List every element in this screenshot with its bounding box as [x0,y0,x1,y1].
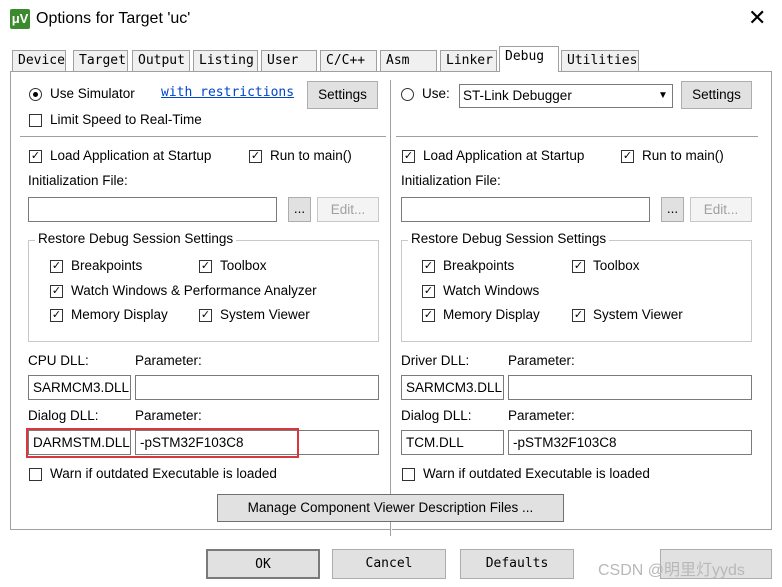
right-watch-windows-label: Watch Windows [443,283,540,298]
tab-linker[interactable]: Linker [440,50,497,72]
breakpoints-checkbox[interactable]: ✓ [50,260,63,273]
cpu-parameter-label: Parameter: [135,353,202,368]
right-dialog-parameter-input[interactable]: -pSTM32F103C8 [508,430,752,455]
use-simulator-label: Use Simulator [50,86,135,101]
system-viewer-label: System Viewer [220,307,310,322]
warn-outdated-label: Warn if outdated Executable is loaded [50,466,277,481]
right-init-file-input[interactable] [401,197,650,222]
right-section-divider [396,136,758,138]
right-dialog-dll-label: Dialog DLL: [401,408,472,423]
csdn-watermark: CSDN @明里灯yyds [598,562,745,579]
limit-speed-label: Limit Speed to Real-Time [50,112,202,127]
dialog-dll-label: Dialog DLL: [28,408,99,423]
use-target-radio[interactable] [401,88,414,101]
use-simulator-radio[interactable] [29,88,42,101]
system-viewer-checkbox[interactable]: ✓ [199,309,212,322]
right-system-viewer-checkbox[interactable]: ✓ [572,309,585,322]
watch-windows-label: Watch Windows & Performance Analyzer [71,283,317,298]
init-file-edit-button[interactable]: Edit... [317,197,379,222]
column-divider [390,80,392,536]
driver-dll-input[interactable]: SARMCM3.DLL [401,375,504,400]
memory-display-checkbox[interactable]: ✓ [50,309,63,322]
chevron-down-icon[interactable]: ▼ [654,85,672,107]
load-app-checkbox[interactable]: ✓ [29,150,42,163]
right-init-file-label: Initialization File: [401,173,501,188]
breakpoints-label: Breakpoints [71,258,143,273]
run-to-main-checkbox[interactable]: ✓ [249,150,262,163]
init-file-input[interactable] [28,197,277,222]
right-run-to-main-checkbox[interactable]: ✓ [621,150,634,163]
debugger-select[interactable]: ST-Link Debugger ▼ [459,84,673,108]
right-warn-outdated-label: Warn if outdated Executable is loaded [423,466,650,481]
cpu-dll-label: CPU DLL: [28,353,89,368]
right-watch-windows-checkbox[interactable]: ✓ [422,285,435,298]
tab-listing[interactable]: Listing [193,50,258,72]
init-file-label: Initialization File: [28,173,128,188]
driver-dll-label: Driver DLL: [401,353,470,368]
tab-device[interactable]: Device [12,50,66,72]
right-memory-display-checkbox[interactable]: ✓ [422,309,435,322]
restore-settings-title: Restore Debug Session Settings [35,231,237,246]
right-warn-outdated-checkbox[interactable] [402,468,415,481]
right-memory-display-label: Memory Display [443,307,540,322]
memory-display-label: Memory Display [71,307,168,322]
right-dialog-dll-input[interactable]: TCM.DLL [401,430,504,455]
keil-app-icon: μV [10,9,30,29]
tab-debug[interactable]: Debug [499,46,559,72]
close-icon[interactable]: ✕ [748,6,766,30]
simulator-settings-button[interactable]: Settings [307,81,378,109]
limit-speed-checkbox[interactable] [29,114,42,127]
window-title: Options for Target 'uc' [36,10,191,27]
defaults-button[interactable]: Defaults [460,549,574,579]
cancel-button[interactable]: Cancel [332,549,446,579]
right-restore-settings-title: Restore Debug Session Settings [408,231,610,246]
tab-cpp[interactable]: C/C++ [320,50,377,72]
highlight-annotation-box [26,428,299,458]
right-dialog-parameter-label: Parameter: [508,408,575,423]
use-label: Use: [422,86,450,101]
right-init-file-edit-button[interactable]: Edit... [690,197,752,222]
driver-parameter-label: Parameter: [508,353,575,368]
warn-outdated-checkbox[interactable] [29,468,42,481]
manage-viewer-files-button[interactable]: Manage Component Viewer Description File… [217,494,564,522]
toolbox-checkbox[interactable]: ✓ [199,260,212,273]
run-to-main-label: Run to main() [270,148,352,163]
tab-utilities[interactable]: Utilities [561,50,639,72]
cpu-dll-input[interactable]: SARMCM3.DLL [28,375,131,400]
init-file-browse-button[interactable]: ... [288,197,311,222]
cpu-parameter-input[interactable] [135,375,379,400]
right-breakpoints-label: Breakpoints [443,258,515,273]
toolbox-label: Toolbox [220,258,267,273]
ok-button[interactable]: OK [206,549,320,579]
right-run-to-main-label: Run to main() [642,148,724,163]
dialog-parameter-label: Parameter: [135,408,202,423]
with-restrictions-link[interactable]: with restrictions [161,85,294,100]
debugger-settings-button[interactable]: Settings [681,81,752,109]
debugger-select-value: ST-Link Debugger [463,88,572,103]
right-load-app-checkbox[interactable]: ✓ [402,150,415,163]
tab-user[interactable]: User [261,50,317,72]
watch-windows-checkbox[interactable]: ✓ [50,285,63,298]
right-toolbox-checkbox[interactable]: ✓ [572,260,585,273]
right-init-file-browse-button[interactable]: ... [661,197,684,222]
tab-target[interactable]: Target [73,50,128,72]
left-section-divider [20,136,386,138]
right-toolbox-label: Toolbox [593,258,640,273]
tab-output[interactable]: Output [132,50,190,72]
tab-asm[interactable]: Asm [380,50,437,72]
right-load-app-label: Load Application at Startup [423,148,585,163]
right-system-viewer-label: System Viewer [593,307,683,322]
right-breakpoints-checkbox[interactable]: ✓ [422,260,435,273]
driver-parameter-input[interactable] [508,375,752,400]
load-app-label: Load Application at Startup [50,148,212,163]
